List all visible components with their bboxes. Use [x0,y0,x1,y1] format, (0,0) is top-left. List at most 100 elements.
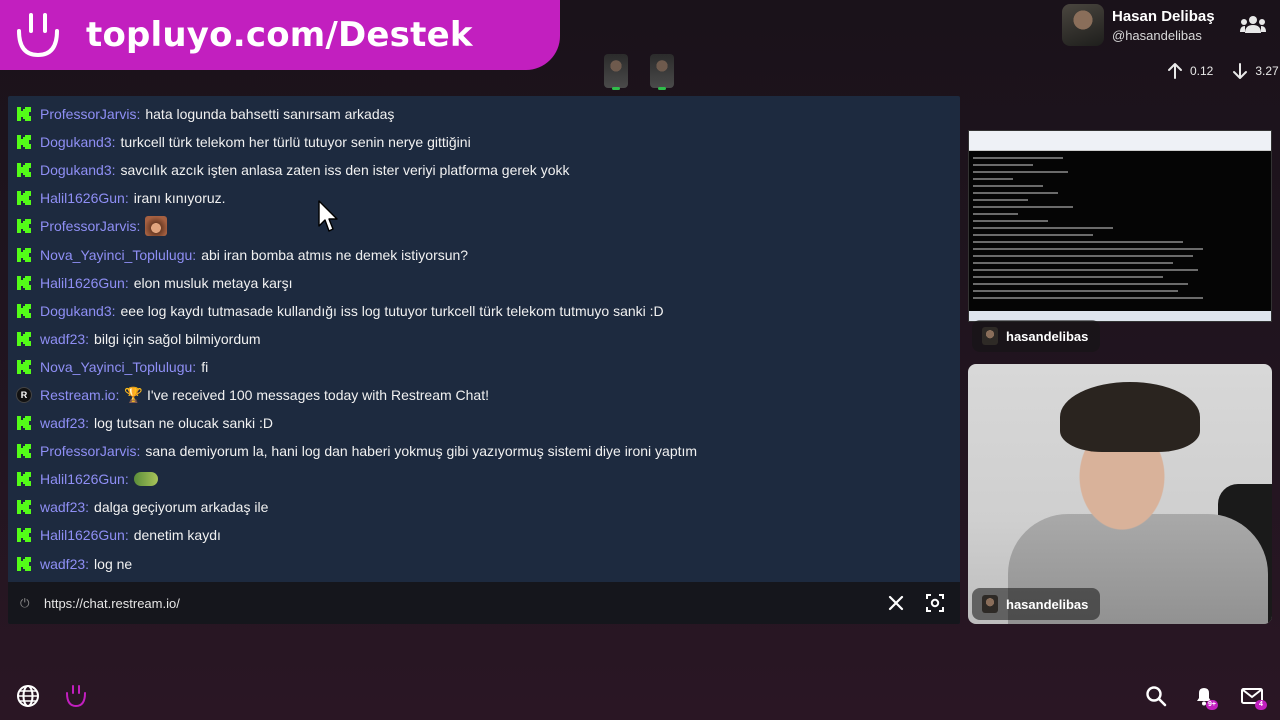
chat-username[interactable]: Dogukand3 [40,162,112,178]
terminal-line [973,157,1063,159]
screen-share-tile[interactable] [968,130,1272,322]
chat-username[interactable]: wadf23 [40,556,85,572]
kick-icon [17,275,31,290]
chat-text: log tutsan ne olucak sanki :D [94,415,274,432]
chat-message: Nova_Yayinci_Toplulugu: fi [8,353,960,381]
profile[interactable]: Hasan Delibaş @hasandelibas [1062,4,1215,46]
terminal-line [973,171,1068,173]
mouse-cursor-icon [318,200,338,232]
avatar [982,327,998,345]
terminal-line [973,269,1198,271]
chat-username[interactable]: wadf23 [40,331,85,347]
promo-banner[interactable]: topluyo.com/Destek [0,0,560,70]
avatar[interactable] [1062,4,1104,46]
chat-message: Dogukand3: savcılık azcık işten anlasa za… [8,156,960,184]
chat-username[interactable]: Restream.io [40,387,115,403]
chat-username[interactable]: ProfessorJarvis [40,106,136,122]
notification-badge: 9+ [1206,700,1218,710]
kick-icon [17,331,31,346]
network-stats: 0.12 3.27 [1166,62,1279,80]
chat-username[interactable]: ProfessorJarvis [40,218,136,234]
loading-icon: ⏻ [20,596,30,610]
terminal-line [973,220,1048,222]
cam-name: hasandelibas [1006,596,1089,612]
download-value: 3.27 [1255,64,1279,78]
kick-icon [17,247,31,262]
chat-separator: : [111,162,116,179]
terminal-line [973,178,1013,180]
chat-username[interactable]: Dogukand3 [40,303,112,319]
terminal-line [973,248,1203,250]
terminal-line [973,227,1113,229]
globe-icon[interactable] [16,684,40,708]
webcam-tile[interactable] [968,364,1272,624]
search-icon[interactable] [1144,684,1168,708]
chat-message: Dogukand3: eee log kaydı tutmasade kullan… [8,297,960,325]
cam-name-chip: hasandelibas [972,588,1101,620]
chat-separator: : [85,330,90,347]
chat-separator: : [136,443,141,460]
chat-message: R Restream.io: 🏆 I've received 100 messages… [8,381,960,409]
kick-icon [17,472,31,487]
chat-message: ProfessorJarvis: hata logunda bahsetti sa… [8,100,960,128]
chat-message: wadf23: log tutsan ne olucak sanki :D [8,409,960,437]
kick-icon [17,107,31,122]
screen-terminal [969,151,1271,311]
chat-text: savcılık azcık işten anlasa zaten iss de… [120,162,570,179]
kick-icon [17,528,31,543]
restream-icon: R [16,386,32,403]
chat-username[interactable]: Nova_Yayinci_Toplulugu [40,359,192,375]
topluyo-icon[interactable] [64,684,88,708]
chat-username[interactable]: Halil1626Gun [40,190,125,206]
terminal-line [973,164,1033,166]
screenshot-icon[interactable] [925,593,945,613]
chat-separator: : [124,190,129,207]
kick-icon [17,219,31,234]
chat-message: Halil1626Gun: [8,465,960,493]
chat-username[interactable]: wadf23 [40,415,85,431]
chat-message: ProfessorJarvis: [8,212,960,240]
terminal-line [973,206,1073,208]
chat-message: wadf23: log ne [8,550,960,578]
kick-icon [17,163,31,178]
chat-text: dalga geçiyorum arkadaş ile [94,499,269,516]
chat-url[interactable]: https://chat.restream.io/ [44,596,180,611]
terminal-line [973,283,1188,285]
people-icon[interactable] [1240,14,1266,34]
arrow-down-icon [1233,63,1248,79]
viewer-avatar[interactable] [650,54,674,90]
chat-text: eee log kaydı tutmasade kullandığı iss l… [120,302,664,319]
kick-icon [17,556,31,571]
chat-messages: ProfessorJarvis: hata logunda bahsetti sa… [8,100,960,578]
chat-username[interactable]: Nova_Yayinci_Toplulugu [40,247,192,263]
kick-icon [17,444,31,459]
terminal-line [973,255,1193,257]
chat-username[interactable]: wadf23 [40,499,85,515]
chat-username[interactable]: Halil1626Gun [40,275,125,291]
screen-name: hasandelibas [1006,328,1089,344]
kick-icon [17,416,31,431]
chat-username[interactable]: Halil1626Gun [40,471,125,487]
chat-separator: : [192,246,197,263]
terminal-line [973,192,1058,194]
chat-text: I've received 100 messages today with Re… [147,386,489,403]
viewer-avatar[interactable] [604,54,628,90]
chat-username[interactable]: Halil1626Gun [40,527,125,543]
chat-panel: ProfessorJarvis: hata logunda bahsetti sa… [8,96,960,624]
close-icon[interactable] [886,593,906,613]
chat-separator: : [85,555,90,572]
chat-separator: : [85,499,90,516]
chat-separator: : [136,218,141,235]
terminal-line [973,297,1203,299]
chat-username[interactable]: Dogukand3 [40,134,112,150]
chat-separator: : [124,274,129,291]
terminal-line [973,290,1178,292]
chat-username[interactable]: ProfessorJarvis [40,443,136,459]
chat-footer: ⏻ https://chat.restream.io/ [8,582,960,624]
screen-name-chip: hasandelibas [972,320,1101,352]
terminal-line [973,234,1093,236]
viewer-avatars [604,54,674,90]
chat-text: elon musluk metaya karşı [133,274,293,291]
terminal-line [973,185,1043,187]
terminal-line [973,241,1183,243]
